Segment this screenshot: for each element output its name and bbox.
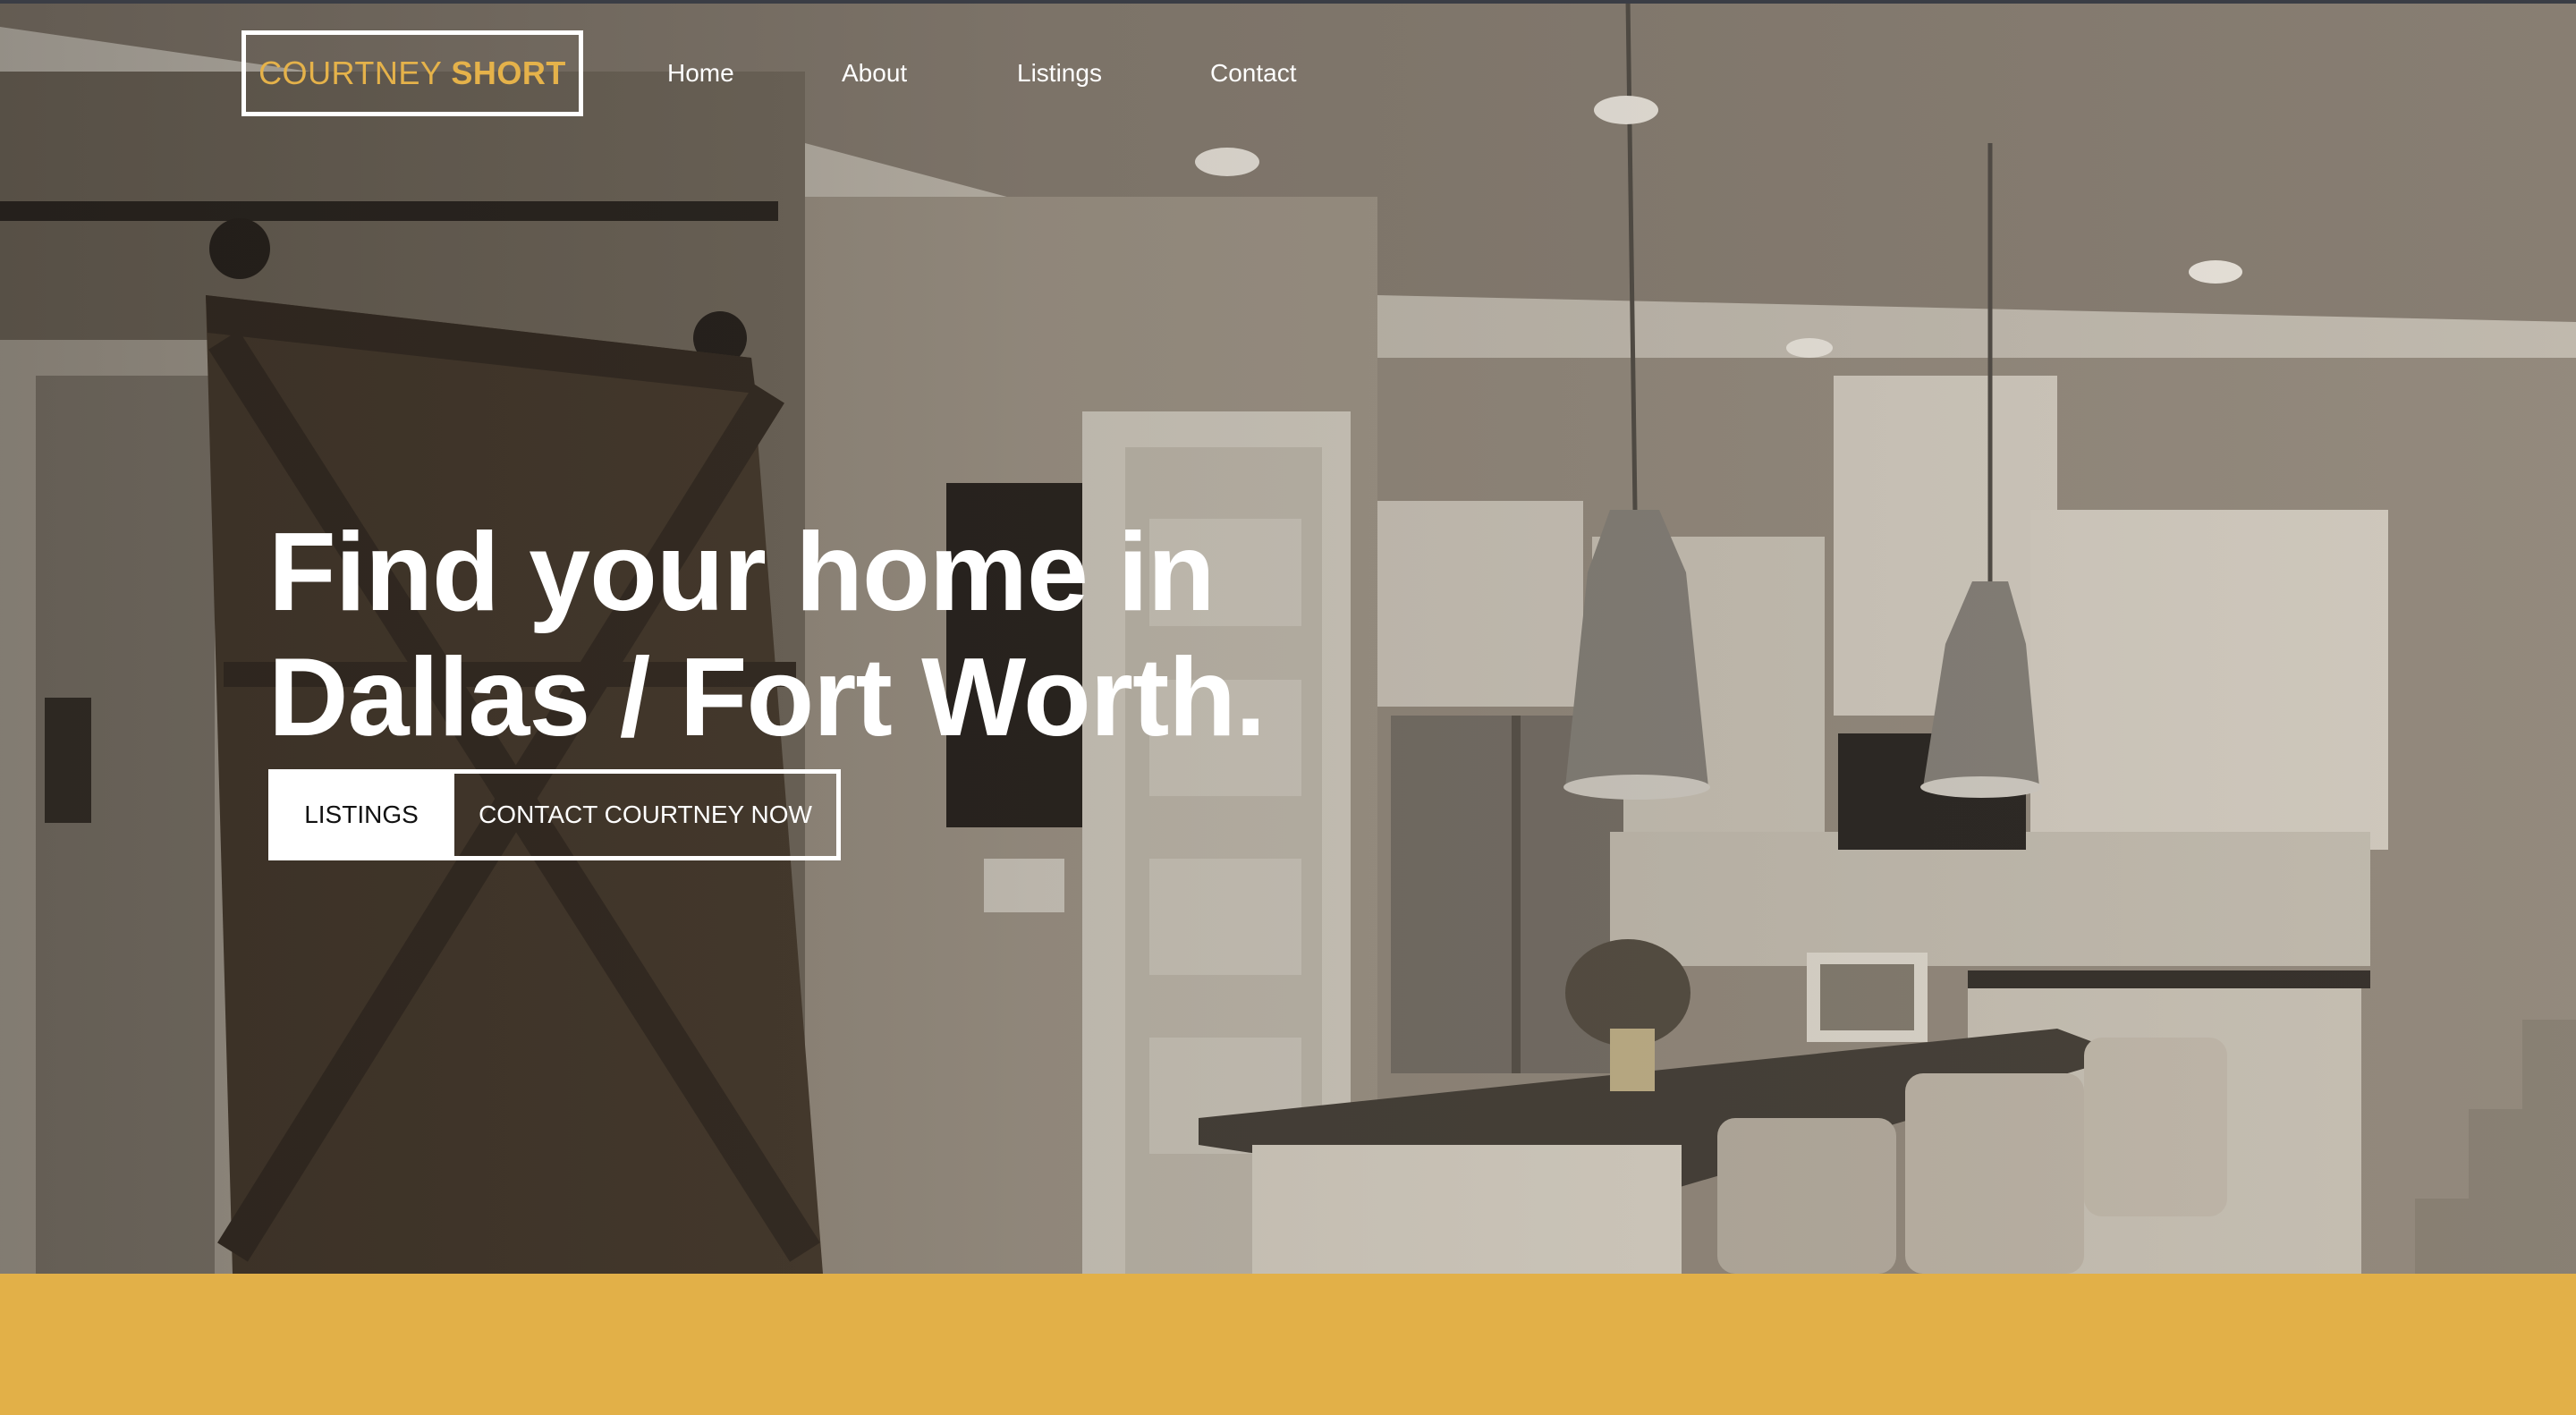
- accent-band: [0, 1274, 2576, 1415]
- hero-headline-line-2: Dallas / Fort Worth.: [268, 636, 1266, 759]
- nav-item-contact[interactable]: Contact: [1210, 55, 1297, 91]
- listings-button[interactable]: LISTINGS: [268, 769, 454, 860]
- brand-logo-last: SHORT: [451, 55, 566, 91]
- nav-item-about[interactable]: About: [842, 55, 907, 91]
- top-edge-rule: [0, 0, 2576, 4]
- nav-item-listings[interactable]: Listings: [1017, 55, 1102, 91]
- hero-cta-group: LISTINGS CONTACT COURTNEY NOW: [268, 769, 841, 860]
- hero-headline: Find your home in Dallas / Fort Worth.: [268, 510, 1431, 760]
- brand-logo[interactable]: COURTNEY SHORT: [242, 30, 583, 116]
- nav-item-home[interactable]: Home: [667, 55, 734, 91]
- contact-courtney-button[interactable]: CONTACT COURTNEY NOW: [454, 769, 841, 860]
- brand-logo-first: COURTNEY: [258, 55, 443, 91]
- hero-headline-line-1: Find your home in: [268, 511, 1216, 634]
